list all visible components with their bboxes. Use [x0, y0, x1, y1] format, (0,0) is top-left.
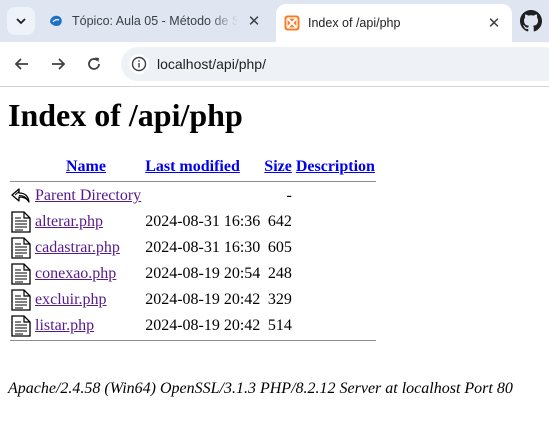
description-cell	[295, 262, 376, 286]
arrow-right-icon	[52, 58, 66, 70]
text-file-icon	[11, 289, 31, 311]
github-icon[interactable]	[520, 10, 542, 32]
modified-cell: 2024-08-19 20:42	[145, 317, 261, 334]
moodle-icon	[50, 15, 62, 26]
description-cell	[295, 184, 376, 208]
text-file-icon	[11, 211, 31, 233]
file-row: alterar.php 2024-08-31 16:36 642	[10, 210, 376, 234]
back-button[interactable]	[10, 52, 34, 76]
sort-by-size-link[interactable]: Size	[264, 158, 292, 175]
description-cell	[295, 210, 376, 234]
divider	[10, 340, 376, 341]
tab-title: Index of /api/php	[308, 16, 401, 30]
browser-toolbar: localhost/api/php/	[0, 42, 549, 87]
description-cell	[295, 288, 376, 312]
file-link[interactable]: conexao.php	[35, 265, 116, 282]
description-column-header: Description	[295, 155, 376, 179]
modified-cell: 2024-08-31 16:36	[145, 213, 261, 230]
modified-cell: 2024-08-19 20:42	[145, 291, 261, 308]
close-tab-icon[interactable]: ✕	[484, 13, 504, 33]
page-title: Index of /api/php	[8, 97, 243, 133]
parent-directory-row: Parent Directory -	[10, 184, 376, 208]
sort-by-description-link[interactable]: Description	[296, 158, 375, 175]
description-cell	[295, 314, 376, 338]
modified-cell	[144, 184, 261, 208]
chevron-down-icon	[16, 18, 26, 25]
tab-strip: Tópico: Aula 05 - Método de Se ✕ Index o…	[0, 0, 549, 42]
server-signature: Apache/2.4.58 (Win64) OpenSSL/3.1.3 PHP/…	[8, 380, 513, 397]
size-cell: 329	[267, 291, 292, 308]
info-icon	[131, 56, 147, 72]
text-file-icon	[11, 237, 31, 259]
forward-button[interactable]	[46, 52, 70, 76]
sort-by-name-link[interactable]: Name	[66, 158, 106, 175]
modified-cell: 2024-08-31 16:30	[145, 239, 261, 256]
divider	[10, 181, 376, 182]
close-tab-icon[interactable]: ✕	[244, 11, 264, 31]
directory-listing: Name Last modified Size Description Pare…	[8, 153, 378, 343]
file-link[interactable]: excluir.php	[35, 291, 107, 308]
size-cell: 642	[267, 213, 292, 230]
file-link[interactable]: cadastrar.php	[35, 239, 120, 256]
header-row: Name Last modified Size Description	[10, 155, 376, 179]
size-cell: -	[286, 187, 292, 204]
text-file-icon	[11, 263, 31, 285]
file-link[interactable]: alterar.php	[35, 213, 103, 230]
modified-column-header: Last modified	[144, 155, 261, 179]
icon-column-header	[10, 155, 32, 179]
size-cell: 605	[267, 239, 292, 256]
file-link[interactable]: listar.php	[35, 317, 94, 334]
file-row: listar.php 2024-08-19 20:42 514	[10, 314, 376, 338]
reload-button[interactable]	[82, 52, 106, 76]
tab-title: Tópico: Aula 05 - Método de Se	[72, 14, 238, 28]
file-row: conexao.php 2024-08-19 20:54 248	[10, 262, 376, 286]
xampp-icon	[284, 15, 300, 31]
size-column-header: Size	[263, 155, 293, 179]
size-cell: 514	[267, 317, 292, 334]
reload-icon	[88, 57, 100, 70]
site-info-button[interactable]	[129, 54, 149, 74]
modified-cell: 2024-08-19 20:54	[145, 265, 261, 282]
arrow-left-icon	[14, 58, 28, 70]
address-bar[interactable]: localhost/api/php/	[121, 47, 549, 81]
file-row: cadastrar.php 2024-08-31 16:30 605	[10, 236, 376, 260]
file-row: excluir.php 2024-08-19 20:42 329	[10, 288, 376, 312]
url-text[interactable]: localhost/api/php/	[157, 56, 266, 72]
parent-directory-link[interactable]: Parent Directory	[35, 187, 141, 204]
size-cell: 248	[267, 265, 292, 282]
description-cell	[295, 236, 376, 260]
tab-aula[interactable]: Tópico: Aula 05 - Método de Se ✕	[40, 6, 272, 36]
tab-search-button[interactable]	[7, 7, 35, 35]
name-column-header: Name	[34, 155, 142, 179]
back-arrow-icon	[11, 188, 30, 203]
sort-by-modified-link[interactable]: Last modified	[145, 158, 240, 175]
text-file-icon	[11, 315, 31, 337]
tab-index[interactable]: Index of /api/php ✕	[276, 4, 512, 42]
